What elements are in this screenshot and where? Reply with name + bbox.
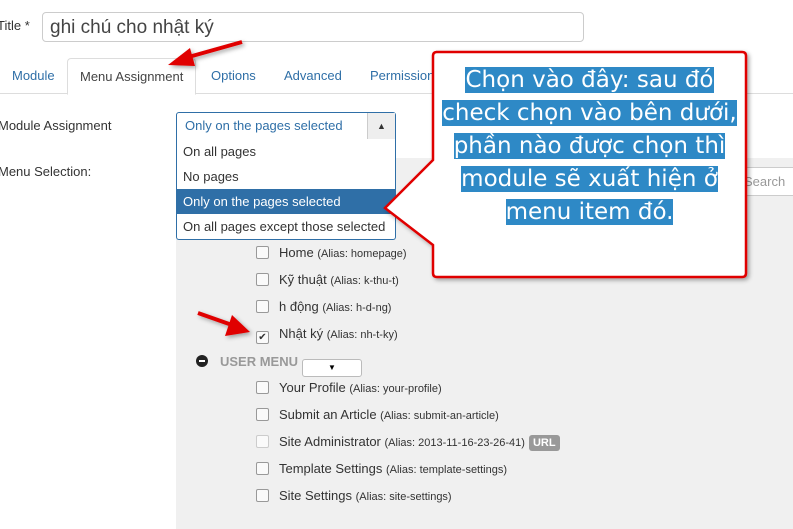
arrow-icon <box>168 40 250 336</box>
callout-text: Chọn vào đây: sau đó check chọn vào bên … <box>442 67 737 225</box>
